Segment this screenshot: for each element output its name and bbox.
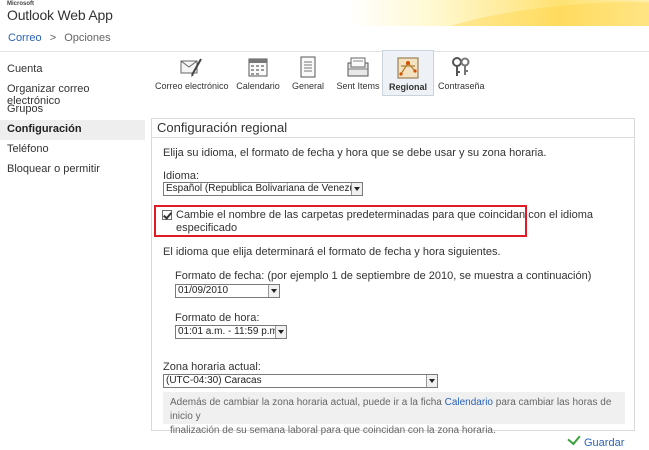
- tab-general[interactable]: General: [288, 50, 328, 96]
- chevron-down-icon[interactable]: [275, 326, 286, 338]
- calendar-tab-link[interactable]: Calendario: [445, 397, 493, 408]
- sidebar-item-phone[interactable]: Teléfono: [0, 140, 145, 160]
- app-logo[interactable]: Microsoft Outlook Web App: [7, 1, 113, 23]
- tab-password[interactable]: Contraseña: [438, 50, 485, 96]
- timezone-select[interactable]: (UTC-04:30) Caracas: [163, 374, 438, 388]
- breadcrumb-mail-link[interactable]: Correo: [8, 32, 42, 44]
- chevron-down-icon[interactable]: [268, 285, 279, 297]
- options-sidebar: Cuenta Organizar correo electrónico Grup…: [0, 60, 145, 180]
- tab-general-label: General: [291, 81, 325, 91]
- save-button[interactable]: Guardar: [567, 431, 625, 449]
- document-list-icon: [296, 55, 320, 79]
- panel-title-divider: [152, 137, 635, 138]
- breadcrumb-separator: >: [49, 32, 57, 44]
- rename-folders-label-line2: especificado: [176, 222, 238, 234]
- language-select-value: Español (Republica Bolivariana de Venezu…: [166, 183, 363, 194]
- timezone-note: Además de cambiar la zona horaria actual…: [163, 392, 625, 436]
- sidebar-item-organize-mail[interactable]: Organizar correo electrónico: [0, 80, 145, 107]
- tab-mail[interactable]: Correo electrónico: [155, 50, 229, 96]
- date-format-label: Formato de fecha: (por ejemplo 1 de sept…: [175, 270, 592, 282]
- tab-calendar-label: Calendario: [236, 81, 280, 91]
- breadcrumb: Correo > Opciones: [0, 26, 649, 52]
- language-label: Idioma:: [163, 170, 200, 182]
- timezone-note-line2: finalización de su semana laboral para q…: [170, 425, 496, 436]
- sidebar-item-account[interactable]: Cuenta: [0, 60, 145, 80]
- rename-folders-label-line1: Cambie el nombre de las carpetas predete…: [176, 209, 594, 221]
- chevron-down-icon[interactable]: [426, 375, 437, 387]
- date-format-value: 01/09/2010: [178, 285, 229, 296]
- time-format-select[interactable]: 01:01 a.m. - 11:59 p.m.: [175, 325, 287, 339]
- tab-mail-label: Correo electrónico: [155, 81, 229, 91]
- logo-outlook-web-app: Outlook Web App: [7, 7, 113, 23]
- timezone-label: Zona horaria actual:: [163, 361, 261, 373]
- rename-folders-checkbox[interactable]: [162, 210, 172, 220]
- breadcrumb-current: Opciones: [64, 32, 111, 44]
- app-header: Microsoft Outlook Web App: [0, 0, 649, 26]
- regional-icon: [396, 56, 420, 80]
- save-button-label: Guardar: [584, 437, 625, 449]
- calendar-icon: [246, 55, 270, 79]
- panel-title: Configuración regional: [157, 120, 288, 135]
- sent-items-icon: [346, 55, 370, 79]
- note-text-part1: Además de cambiar la zona horaria actual…: [170, 397, 445, 408]
- tab-calendar[interactable]: Calendario: [234, 50, 282, 96]
- tab-password-label: Contraseña: [438, 81, 485, 91]
- timezone-value: (UTC-04:30) Caracas: [166, 375, 262, 386]
- date-format-select[interactable]: 01/09/2010: [175, 284, 280, 298]
- language-select[interactable]: Español (Republica Bolivariana de Venezu…: [163, 182, 363, 196]
- tab-sent-items[interactable]: Sent Items: [335, 50, 381, 96]
- chevron-down-icon[interactable]: [351, 183, 362, 195]
- sidebar-item-groups[interactable]: Grupos: [0, 100, 145, 120]
- tab-regional-label: Regional: [388, 82, 427, 92]
- tab-regional[interactable]: Regional: [382, 50, 434, 96]
- tab-sent-items-label: Sent Items: [336, 81, 380, 91]
- settings-toolbar: Correo electrónico Calendario General Se…: [150, 50, 649, 106]
- intro-text: Elija su idioma, el formato de fecha y h…: [163, 147, 547, 159]
- mail-edit-icon: [179, 55, 203, 79]
- timezone-note-line1: Además de cambiar la zona horaria actual…: [170, 396, 618, 424]
- time-format-label: Formato de hora:: [175, 312, 260, 324]
- keys-icon: [449, 55, 473, 79]
- format-note: El idioma que elija determinará el forma…: [163, 246, 501, 258]
- sidebar-item-settings[interactable]: Configuración: [0, 120, 145, 140]
- sidebar-item-block-allow[interactable]: Bloquear o permitir: [0, 160, 145, 180]
- time-format-value: 01:01 a.m. - 11:59 p.m.: [178, 326, 281, 337]
